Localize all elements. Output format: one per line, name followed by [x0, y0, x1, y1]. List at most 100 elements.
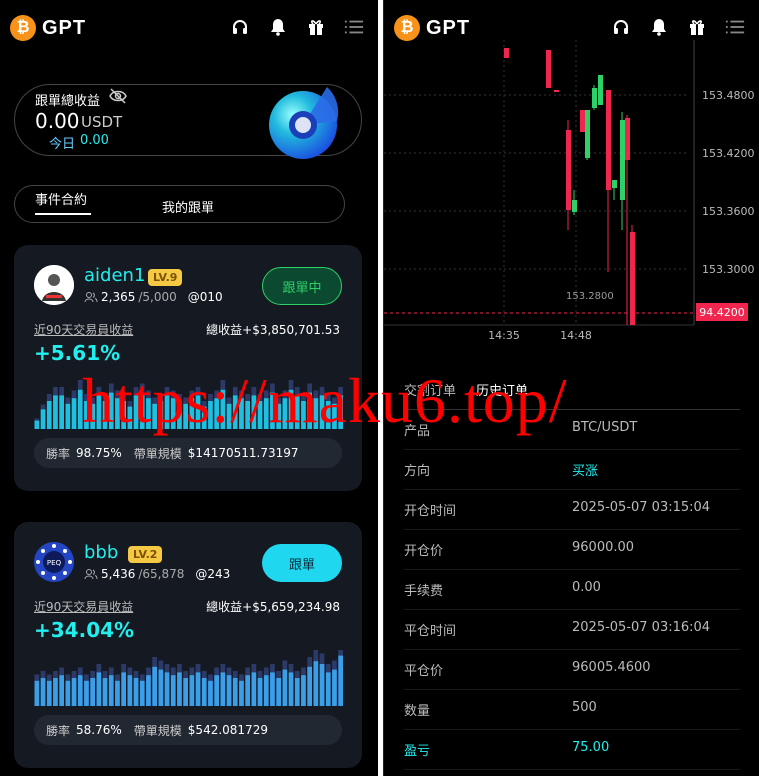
earnings-bar [40, 409, 46, 429]
detail-value: 0.00 [572, 580, 601, 595]
detail-value: 75.00 [572, 740, 610, 755]
detail-row-close-time: 平仓时间 2025-05-07 03:16:04 [404, 610, 740, 650]
earnings-bar [189, 398, 195, 429]
detail-label: 手续费 [404, 584, 444, 599]
win-rate-value: 98.75% [76, 446, 122, 460]
brand-name: GPT [42, 16, 87, 39]
logo[interactable]: ₿ GPT [10, 15, 86, 41]
earnings-bar [263, 398, 269, 429]
earnings-bar [177, 672, 182, 706]
earnings-bar [208, 680, 213, 706]
earnings-bar [96, 672, 102, 706]
tab-delivery-orders[interactable]: 交割订单 [404, 380, 456, 399]
logo[interactable]: ₿ GPT [394, 15, 470, 41]
earnings-bar [338, 655, 343, 706]
earnings-bar [294, 678, 300, 706]
earnings-bar [201, 406, 207, 429]
earnings-value: 0.00 [35, 109, 80, 133]
headset-icon[interactable] [611, 17, 631, 37]
earnings-bar [152, 666, 157, 706]
avatar[interactable] [34, 265, 74, 305]
earnings-bar [189, 675, 195, 706]
follower-count: 2,365 /5,000 @010 [84, 290, 223, 304]
earnings-bar [257, 401, 263, 429]
earnings-bar [251, 672, 257, 706]
trader-card[interactable]: aiden1 LV.9 2,365 /5,000 @010 跟單中 近90天交易… [14, 245, 362, 491]
follow-button[interactable]: 跟單 [262, 544, 342, 582]
candle-body [625, 118, 630, 160]
earnings-unit: USDT [81, 113, 123, 131]
scale-value: $542.081729 [187, 723, 268, 737]
menu-icon[interactable] [344, 17, 364, 37]
detail-value: 96005.4600 [572, 660, 651, 675]
follower-capacity: /65,878 [138, 567, 185, 581]
menu-icon[interactable] [725, 17, 745, 37]
earnings-bar [220, 389, 226, 429]
earnings-bar [195, 672, 201, 706]
earnings-bar [301, 401, 306, 429]
bell-icon[interactable] [268, 17, 288, 37]
earnings-bar [282, 398, 288, 429]
win-rate-label: 勝率 [46, 723, 71, 738]
detail-row-fee: 手续费 0.00 [404, 570, 740, 610]
earnings-bar [270, 392, 275, 429]
tab-history-orders[interactable]: 历史订单 [476, 380, 528, 399]
earnings-summary-card: 跟單總收益 0.00 USDT 今日 0.00 [14, 84, 362, 159]
earnings-bar [239, 398, 244, 429]
detail-row-product: 产品 BTC/USDT [404, 410, 740, 450]
ninety-day-label[interactable]: 近90天交易員收益 [34, 598, 133, 615]
gift-icon[interactable] [687, 17, 707, 37]
ninety-day-label[interactable]: 近90天交易員收益 [34, 321, 133, 338]
x-tick-label: 14:35 [488, 329, 520, 342]
svg-text:PEQ: PEQ [47, 559, 62, 567]
tab-my-copy-trades[interactable]: 我的跟單 [162, 197, 214, 216]
win-rate-label: 勝率 [46, 446, 71, 461]
avatar[interactable]: PEQ [34, 542, 74, 582]
earnings-bar [183, 403, 188, 429]
earnings-bar [319, 395, 325, 429]
candle-body [572, 200, 577, 212]
trader-name[interactable]: bbb [84, 542, 118, 563]
earnings-bar [220, 672, 226, 706]
earnings-bar [127, 406, 133, 429]
detail-value: 2025-05-07 03:16:04 [572, 620, 711, 635]
headset-icon[interactable] [230, 17, 250, 37]
last-price-label: 94.4200 [699, 306, 745, 319]
trader-code: @010 [187, 290, 223, 304]
earnings-bar [170, 675, 176, 706]
following-button[interactable]: 跟單中 [262, 267, 342, 305]
y-tick-label: 153.3000 [702, 263, 755, 276]
detail-label: 平仓时间 [404, 624, 457, 639]
earnings-bar [84, 401, 89, 429]
trader-stats: 勝率 58.76% 帶單規模 $542.081729 [34, 715, 342, 745]
left-screen: ₿ GPT 跟單總收益 0.00 USDT 今日 0.00 事件合約 我的跟單 … [0, 0, 378, 776]
bell-icon[interactable] [649, 17, 669, 37]
earnings-bar [102, 678, 108, 706]
earnings-bar [71, 678, 77, 706]
earnings-bar [276, 403, 281, 429]
earnings-bar [164, 672, 170, 706]
earnings-bar [90, 678, 95, 706]
earnings-bar [183, 678, 188, 706]
earnings-bar [59, 395, 64, 429]
eye-off-icon[interactable] [109, 87, 127, 109]
bitcoin-icon: ₿ [10, 15, 36, 41]
trader-name[interactable]: aiden1 [84, 265, 145, 286]
earnings-bar [46, 680, 52, 706]
detail-label: 盈亏 [404, 744, 431, 759]
trader-card[interactable]: PEQ bbb LV.2 5,436 /65,878 @243 跟單 近90天交… [14, 522, 362, 768]
gift-icon[interactable] [306, 17, 326, 37]
tab-event-contract[interactable]: 事件合約 [35, 189, 87, 208]
order-tabs: 交割订单 历史订单 [404, 380, 740, 410]
y-tick-label: 153.4200 [702, 147, 755, 160]
earnings-bar [115, 680, 120, 706]
earnings-bar [96, 395, 102, 429]
earnings-bar [34, 420, 40, 429]
earnings-bar [102, 401, 108, 429]
candlestick-chart[interactable]: 94.4200 153.4800 153.4200 153.3600 153.3… [384, 40, 759, 350]
candle-body [592, 88, 597, 108]
earnings-bar [282, 669, 288, 706]
earnings-bar [307, 666, 312, 706]
detail-row-close-price: 平仓价 96005.4600 [404, 650, 740, 690]
earnings-bar-chart [34, 650, 343, 706]
